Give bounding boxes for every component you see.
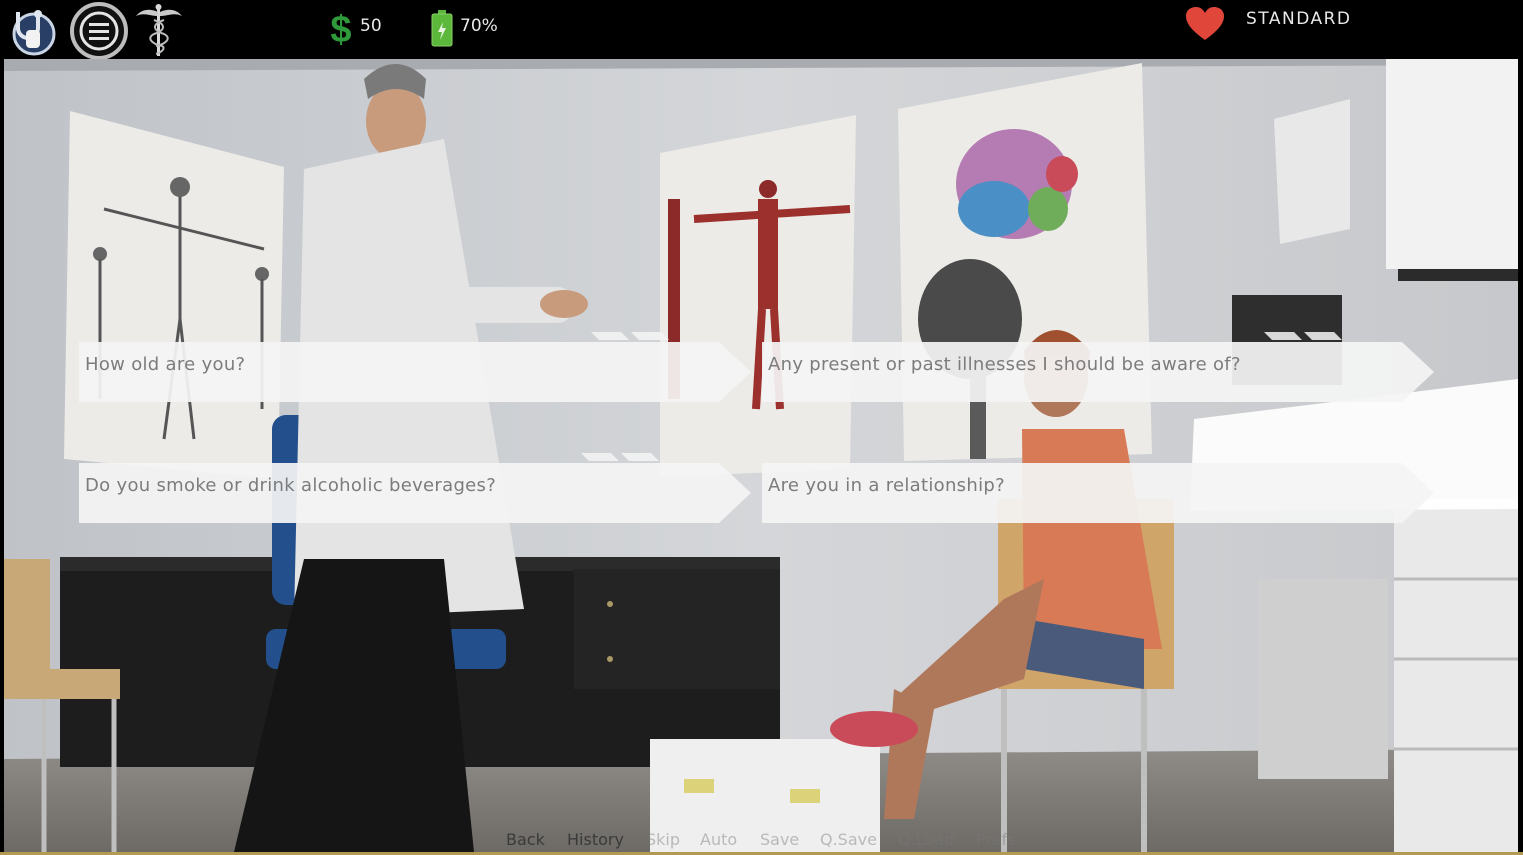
quick-menu-qload[interactable]: Q.Load <box>898 830 954 849</box>
choice-button-age[interactable]: How old are you? <box>79 332 759 402</box>
choice-label: Do you smoke or drink alcoholic beverage… <box>85 475 497 496</box>
choice-label: Any present or past illnesses I should b… <box>768 354 1241 375</box>
quick-menu-history[interactable]: History <box>567 830 624 849</box>
choice-button-illnesses[interactable]: Any present or past illnesses I should b… <box>762 332 1442 402</box>
choice-button-relationship[interactable]: Are you in a relationship? <box>762 453 1442 523</box>
choice-button-smoke-drink[interactable]: Do you smoke or drink alcoholic beverage… <box>79 453 759 523</box>
svg-text:$: $ <box>330 9 351 49</box>
choice-label: Are you in a relationship? <box>768 475 1005 496</box>
quick-menu: Back History Skip Auto Save Q.Save Q.Loa… <box>0 830 1523 852</box>
energy-value: 70% <box>460 16 498 36</box>
poster-muscular <box>660 115 856 477</box>
money-value: 50 <box>360 16 382 36</box>
quick-menu-save[interactable]: Save <box>760 830 799 849</box>
quick-menu-skip[interactable]: Skip <box>646 830 680 849</box>
dollar-icon: $ <box>329 9 353 51</box>
poster-skeletal <box>64 111 284 479</box>
quick-menu-auto[interactable]: Auto <box>700 830 737 849</box>
heart-icon <box>1185 6 1225 42</box>
stethoscope-logo-icon[interactable] <box>6 6 56 56</box>
caduceus-icon[interactable] <box>134 2 184 58</box>
quick-menu-back[interactable]: Back <box>506 830 545 849</box>
choice-label: How old are you? <box>85 354 246 375</box>
quick-menu-qsave[interactable]: Q.Save <box>820 830 877 849</box>
menu-icon[interactable] <box>69 1 129 61</box>
battery-icon <box>430 9 454 47</box>
quick-menu-prefs[interactable]: Prefs <box>976 830 1015 849</box>
top-hud-bar: $ 50 70% STANDARD <box>0 0 1523 61</box>
difficulty-label: STANDARD <box>1246 9 1352 29</box>
